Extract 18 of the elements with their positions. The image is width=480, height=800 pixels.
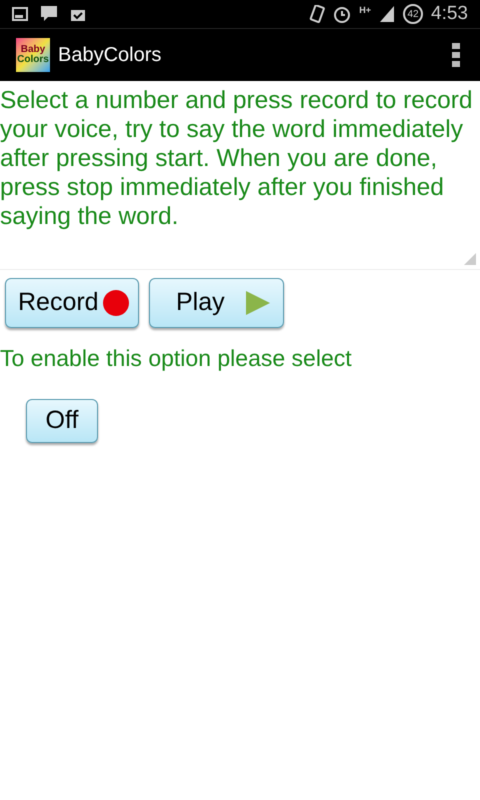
picture-icon — [12, 7, 28, 21]
battery-level: 42 — [403, 4, 424, 24]
signal-icon — [379, 5, 396, 23]
record-button[interactable]: Record — [5, 278, 139, 328]
play-button[interactable]: Play — [149, 278, 284, 328]
app-logo: Baby Colors — [16, 38, 50, 72]
option-label: To enable this option please select — [0, 344, 353, 373]
network-type: H+ — [359, 4, 372, 17]
overflow-menu-icon[interactable] — [452, 43, 460, 67]
play-icon — [244, 290, 271, 316]
alarm-icon — [333, 5, 352, 23]
toggle-button[interactable]: Off — [26, 398, 98, 442]
clock: 4:53 — [431, 2, 468, 26]
phone-rotate-icon — [309, 5, 326, 23]
app-title: BabyColors — [58, 43, 162, 68]
instructions-text: Select a number and press record to record your voice, try to say the word immediately after pressing start. When you are done, press stop immediately after you finished saying the word. — [0, 86, 474, 231]
message-icon — [40, 5, 58, 23]
resize-handle-icon[interactable] — [464, 253, 476, 265]
